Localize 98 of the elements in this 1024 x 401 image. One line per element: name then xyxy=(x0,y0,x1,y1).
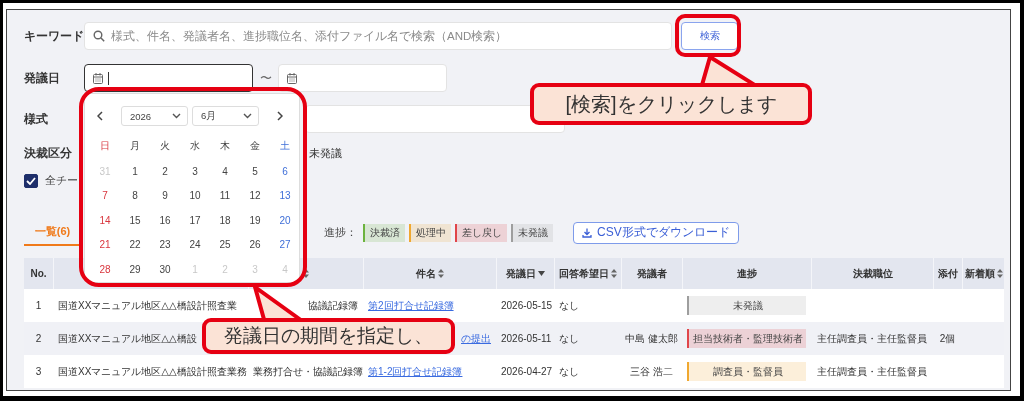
calendar-day[interactable]: 3 xyxy=(192,165,198,177)
sort-descending-icon[interactable] xyxy=(538,271,545,276)
checkbox-label: 全チー xyxy=(45,174,78,188)
legend-tag: 差し戻し xyxy=(455,223,507,242)
document-link[interactable]: の提出 xyxy=(461,331,491,346)
table-cell: 国道XXマニュアル地区△△橋設計照査業 xyxy=(58,298,237,313)
table-cell: 2 xyxy=(35,333,42,344)
weekday-label: 水 xyxy=(190,139,200,153)
table-cell: 三谷 浩二 xyxy=(630,364,673,379)
calendar-day[interactable]: 17 xyxy=(189,214,201,226)
table-cell: 主任調査員・主任監督員 xyxy=(817,364,927,379)
calendar-day[interactable]: 18 xyxy=(219,214,231,226)
field-label: 発議日 xyxy=(24,70,61,86)
calendar-day[interactable]: 28 xyxy=(99,263,111,275)
chevron-right-icon[interactable] xyxy=(277,111,283,121)
sort-icon[interactable] xyxy=(303,269,309,278)
table-cell: なし xyxy=(559,331,579,346)
calendar-day[interactable]: 23 xyxy=(159,239,171,251)
range-separator: 〜 xyxy=(258,69,273,87)
chevron-left-icon[interactable] xyxy=(97,111,103,121)
document-link[interactable]: 第2回打合せ記録簿 xyxy=(368,298,454,313)
legend-tag: 決裁済 xyxy=(363,223,405,242)
calendar-day[interactable]: 1 xyxy=(132,165,138,177)
legend-label: 進捗： xyxy=(324,225,357,240)
table-cell: 2026-04-27 xyxy=(501,366,553,377)
calendar-day[interactable]: 4 xyxy=(222,165,228,177)
highlight-frame xyxy=(675,14,741,57)
sort-icon[interactable] xyxy=(438,269,444,278)
calendar-day[interactable]: 29 xyxy=(129,263,141,275)
download-icon xyxy=(582,227,592,238)
calendar-day[interactable]: 14 xyxy=(99,214,111,226)
status-tag: 調査員・監督員 xyxy=(687,362,806,381)
calendar-day[interactable]: 9 xyxy=(162,190,168,202)
weekday-label: 月 xyxy=(130,139,140,153)
search-box[interactable]: 様式、件名、発議者名、進捗職位名、添付ファイル名で検索（AND検索） xyxy=(84,22,672,50)
table-cell: なし xyxy=(559,298,579,313)
calendar-day[interactable]: 13 xyxy=(279,190,291,202)
table-cell: 3 xyxy=(35,366,42,377)
calendar-day[interactable]: 30 xyxy=(159,263,171,275)
sort-icon[interactable] xyxy=(996,269,1003,278)
column-header: No. xyxy=(29,267,48,281)
table-cell: 中島 健太郎 xyxy=(625,331,678,346)
table-cell: 2026-05-11 xyxy=(501,333,552,344)
calendar-day[interactable]: 16 xyxy=(159,214,171,226)
calendar-day[interactable]: 24 xyxy=(189,239,201,251)
calendar-day[interactable]: 8 xyxy=(132,190,138,202)
weekday-label: 日 xyxy=(100,139,110,153)
table-cell: 協議記録簿 xyxy=(308,298,358,313)
chevron-down-icon xyxy=(172,113,181,119)
search-field[interactable]: 様式、件名、発議者名、進捗職位名、添付ファイル名で検索（AND検索） xyxy=(111,26,663,46)
checkbox[interactable] xyxy=(24,174,38,188)
calendar-day[interactable]: 20 xyxy=(279,214,291,226)
legend-tag: 処理中 xyxy=(409,223,451,242)
csv-download-button[interactable]: CSV形式でダウンロード xyxy=(573,221,739,244)
year-select[interactable]: 2026 xyxy=(121,106,188,126)
table-cell: 国道XXマニュアル地区△△橋設計照査業務 xyxy=(58,364,247,379)
chevron-down-icon xyxy=(243,113,252,119)
calendar-day[interactable]: 2 xyxy=(162,165,168,177)
calendar-icon xyxy=(93,72,103,84)
weekday-label: 土 xyxy=(280,139,290,153)
calendar-day[interactable]: 6 xyxy=(282,165,288,177)
calendar-day[interactable]: 12 xyxy=(249,190,261,202)
calendar-day[interactable]: 11 xyxy=(219,190,231,202)
table-cell: 1 xyxy=(35,300,42,311)
weekday-label: 金 xyxy=(250,139,260,153)
document-link[interactable]: 第1-2回打合せ記録簿 xyxy=(368,364,463,379)
field-label: 様式 xyxy=(24,111,49,127)
calendar-day[interactable]: 19 xyxy=(249,214,261,226)
calendar-day[interactable]: 15 xyxy=(129,214,141,226)
legend-tag: 未発議 xyxy=(511,223,553,242)
field-label: 決裁区分 xyxy=(24,145,73,161)
table-cell: 主任調査員・主任監督員 xyxy=(817,331,927,346)
calendar-day[interactable]: 5 xyxy=(252,165,258,177)
weekday-label: 火 xyxy=(160,139,170,153)
calendar-day[interactable]: 26 xyxy=(249,239,261,251)
text-cursor xyxy=(108,71,109,85)
calendar-icon xyxy=(287,72,297,84)
table-cell: 2026-05-15 xyxy=(501,300,553,311)
table-cell: 2個 xyxy=(939,331,956,346)
option-label[interactable]: 未発議 xyxy=(309,145,342,161)
month-select[interactable]: 6月 xyxy=(192,106,259,126)
calendar-day[interactable]: 25 xyxy=(219,239,231,251)
field-label: キーワード xyxy=(24,28,84,44)
calendar-day[interactable]: 22 xyxy=(129,239,141,251)
table-cell: 国道XXマニュアル地区△△橋設 xyxy=(58,331,197,346)
table-cell: なし xyxy=(559,364,579,379)
sort-icon[interactable] xyxy=(611,269,617,278)
status-tag: 未発議 xyxy=(687,296,806,315)
select-field[interactable] xyxy=(305,105,565,133)
status-tag: 担当技術者・監理技術者 xyxy=(687,329,806,348)
search-icon xyxy=(93,30,105,42)
calendar-day[interactable]: 21 xyxy=(99,239,111,251)
calendar-day[interactable]: 10 xyxy=(189,190,201,202)
weekday-label: 木 xyxy=(220,139,230,153)
table-cell: 業務打合せ・協議記録簿 xyxy=(253,364,363,379)
calendar-day[interactable]: 27 xyxy=(279,239,291,251)
calendar-day[interactable]: 7 xyxy=(102,190,108,202)
search-button[interactable]: 検索 xyxy=(681,22,738,50)
